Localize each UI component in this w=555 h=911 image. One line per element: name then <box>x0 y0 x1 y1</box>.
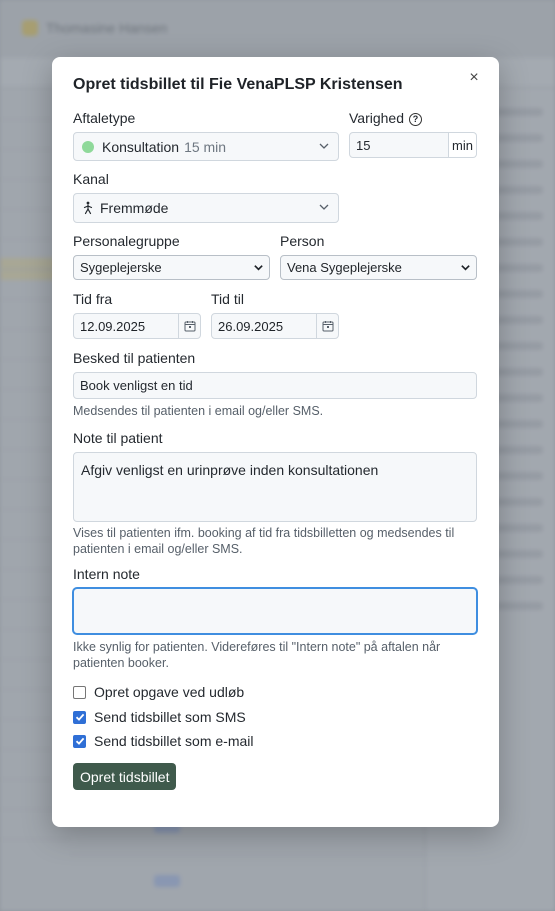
date-to-value: 26.09.2025 <box>218 318 284 334</box>
duration-input[interactable]: 15 <box>349 132 449 158</box>
send-email-label: Send tidsbillet som e-mail <box>94 733 254 749</box>
create-ticket-button[interactable]: Opret tidsbillet <box>73 763 177 790</box>
duration-field: 15 min <box>349 132 477 158</box>
chevron-down-icon <box>461 265 470 271</box>
calendar-icon[interactable] <box>178 314 200 338</box>
chevron-down-icon <box>254 265 263 271</box>
calendar-icon[interactable] <box>316 314 338 338</box>
date-to-label: Tid til <box>211 291 244 307</box>
close-icon[interactable]: × <box>465 69 483 87</box>
person-value: Vena Sygeplejerske <box>287 260 402 275</box>
help-icon[interactable]: ? <box>409 113 423 126</box>
patient-note-label: Note til patient <box>73 430 163 446</box>
checkbox-unchecked-icon[interactable] <box>73 685 86 699</box>
date-from-label: Tid fra <box>73 291 113 307</box>
patient-note-hint: Vises til patienten ifm. booking af tid … <box>73 526 455 556</box>
appointment-type-value: Konsultation <box>102 138 180 155</box>
internal-note-label: Intern note <box>73 566 140 582</box>
date-to-input[interactable]: 26.09.2025 <box>211 313 339 339</box>
checkbox-checked-icon[interactable] <box>73 734 86 748</box>
duration-label: Varighed? <box>349 110 477 127</box>
send-email-checkbox[interactable]: Send tidsbillet som e-mail <box>73 732 477 750</box>
duration-unit: min <box>449 132 477 158</box>
patient-note-textarea[interactable]: Afgiv venligst en urinprøve inden konsul… <box>73 452 477 522</box>
person-label: Person <box>280 233 325 249</box>
staff-group-select[interactable]: Sygeplejerske <box>73 255 270 280</box>
patient-message-hint: Medsendes til patienten i email og/eller… <box>73 404 324 418</box>
person-walking-icon <box>83 201 93 215</box>
appointment-type-select[interactable]: Konsultation 15 min <box>73 132 339 161</box>
send-sms-label: Send tidsbillet som SMS <box>94 709 246 725</box>
chevron-down-icon <box>319 204 329 210</box>
appointment-type-label: Aftaletype <box>73 110 136 126</box>
dialog-title: Opret tidsbillet til Fie VenaPLSP Kriste… <box>73 76 403 93</box>
channel-label: Kanal <box>73 171 109 187</box>
send-sms-checkbox[interactable]: Send tidsbillet som SMS <box>73 708 477 726</box>
appointment-color-dot <box>82 140 94 153</box>
date-from-value: 12.09.2025 <box>80 318 146 334</box>
date-from-input[interactable]: 12.09.2025 <box>73 313 201 339</box>
patient-message-input[interactable]: Book venligst en tid <box>73 372 477 399</box>
internal-note-textarea[interactable] <box>73 588 477 634</box>
appointment-duration-note: 15 min <box>184 138 227 155</box>
duration-label-text: Varighed <box>349 110 405 126</box>
staff-group-label: Personalegruppe <box>73 233 180 249</box>
person-select[interactable]: Vena Sygeplejerske <box>280 255 477 280</box>
create-ticket-dialog: Opret tidsbillet til Fie VenaPLSP Kriste… <box>52 57 499 827</box>
channel-value: Fremmøde <box>100 200 169 216</box>
checkbox-checked-icon[interactable] <box>73 710 86 724</box>
channel-select[interactable]: Fremmøde <box>73 193 339 223</box>
staff-group-value: Sygeplejerske <box>80 260 162 275</box>
internal-note-hint: Ikke synlig for patienten. Videreføres t… <box>73 640 441 670</box>
create-task-label: Opret opgave ved udløb <box>94 684 245 700</box>
create-task-checkbox[interactable]: Opret opgave ved udløb <box>73 683 477 701</box>
patient-message-label: Besked til patienten <box>73 350 196 366</box>
chevron-down-icon <box>319 143 329 149</box>
